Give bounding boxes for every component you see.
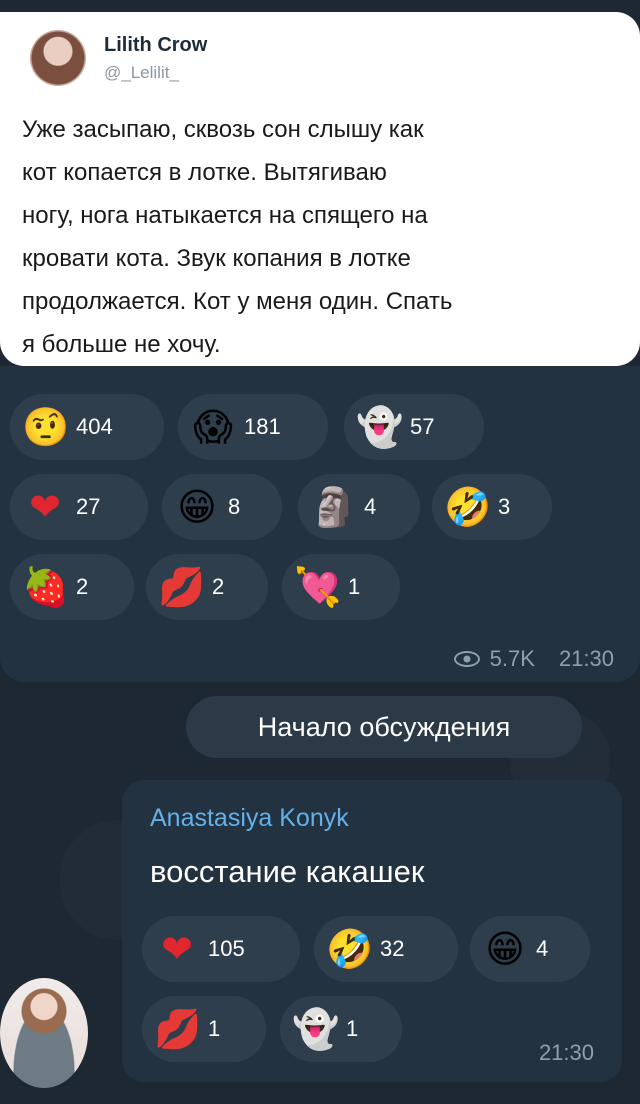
tweet-author-handle: @_Lelilit_ [104, 62, 179, 82]
tweet-author-info: Lilith Crow @_Lelilit_ [104, 34, 207, 83]
tweet-text-line: кот копается в лотке. Вытягиваю [22, 159, 387, 186]
post-time: 21:30 [558, 646, 614, 671]
tweet-text-line: продолжается. Кот у меня один. Спать [22, 288, 453, 315]
reaction-heart-arrow[interactable]: 💘 1 [282, 554, 400, 620]
comment-reaction-rofl[interactable]: 🤣 32 [314, 916, 458, 982]
comment-reaction-grinning[interactable]: 😁 4 [470, 916, 590, 982]
moai-emoji-icon: 🗿 [310, 485, 358, 529]
tweet-author-name: Lilith Crow [104, 33, 208, 56]
reaction-grinning[interactable]: 😁 8 [162, 474, 282, 540]
tweet-text-line: ногу, нога натыкается на спящего на [22, 202, 428, 229]
reaction-count: 32 [380, 936, 405, 961]
comment-text: восстание какашек [150, 854, 425, 889]
tweet-text-line: я больше не хочу. [22, 331, 221, 358]
reaction-count: 3 [498, 494, 511, 519]
reaction-count: 2 [76, 574, 89, 599]
reaction-count: 57 [410, 414, 435, 439]
rofl-emoji-icon: 🤣 [326, 927, 374, 971]
strawberry-emoji-icon: 🍓 [22, 565, 70, 609]
rofl-emoji-icon: 🤣 [444, 485, 492, 529]
reaction-count: 4 [536, 936, 549, 961]
face-with-raised-eyebrow-emoji-icon: 🤨 [22, 405, 70, 449]
kiss-mark-emoji-icon: 💋 [158, 565, 206, 609]
reaction-screaming[interactable]: 😱 181 [178, 394, 328, 460]
kiss-mark-emoji-icon: 💋 [154, 1007, 202, 1051]
grinning-face-emoji-icon: 😁 [177, 485, 217, 529]
reaction-count: 105 [208, 936, 245, 961]
reaction-kiss[interactable]: 💋 2 [146, 554, 268, 620]
reaction-count: 1 [348, 574, 361, 599]
reaction-ghost[interactable]: 👻 57 [344, 394, 484, 460]
discussion-start-label: Начало обсуждения [186, 696, 582, 758]
tweet-text-line: Уже засыпаю, сквозь сон слышу как [22, 116, 424, 143]
eye-icon [453, 651, 480, 667]
reaction-raised-eyebrow[interactable]: 🤨 404 [10, 394, 164, 460]
screaming-face-emoji-icon: 😱 [193, 405, 233, 449]
reaction-count: 181 [244, 414, 281, 439]
heart-with-arrow-emoji-icon: 💘 [294, 565, 342, 609]
reaction-rofl[interactable]: 🤣 3 [432, 474, 552, 540]
tweet-text: Уже засыпаю, сквозь сон слышу как кот ко… [22, 108, 618, 366]
reaction-strawberry[interactable]: 🍓 2 [10, 554, 134, 620]
comment-time: 21:30 [538, 1040, 594, 1065]
red-heart-emoji-icon: ❤ [29, 485, 61, 529]
reaction-count: 2 [212, 574, 225, 599]
comment-author-name[interactable]: Anastasiya Konyk [150, 804, 349, 833]
tweet-header: Lilith Crow @_Lelilit_ [22, 30, 618, 86]
tweet-text-line: кровати кота. Звук копания в лотке [22, 245, 411, 272]
comment-reaction-heart[interactable]: ❤ 105 [142, 916, 300, 982]
reaction-count: 404 [76, 414, 113, 439]
reaction-count: 1 [346, 1016, 359, 1041]
view-count: 5.7K [489, 646, 535, 671]
reaction-count: 8 [228, 494, 241, 519]
comment-author-avatar[interactable] [0, 978, 88, 1088]
tweet-card[interactable]: Lilith Crow @_Lelilit_ Уже засыпаю, скво… [0, 12, 640, 366]
post-meta: 5.7K 21:30 [453, 646, 614, 672]
grinning-face-emoji-icon: 😁 [485, 927, 525, 971]
reaction-heart[interactable]: ❤ 27 [10, 474, 148, 540]
reaction-count: 4 [364, 494, 377, 519]
comment-reaction-kiss[interactable]: 💋 1 [142, 996, 266, 1062]
ghost-emoji-icon: 👻 [292, 1007, 340, 1051]
comment-reaction-ghost[interactable]: 👻 1 [280, 996, 402, 1062]
red-heart-emoji-icon: ❤ [161, 927, 193, 971]
reaction-count: 27 [76, 494, 101, 519]
ghost-emoji-icon: 👻 [356, 405, 404, 449]
reaction-count: 1 [208, 1016, 221, 1041]
reaction-moai[interactable]: 🗿 4 [298, 474, 420, 540]
tweet-author-avatar [30, 30, 86, 86]
